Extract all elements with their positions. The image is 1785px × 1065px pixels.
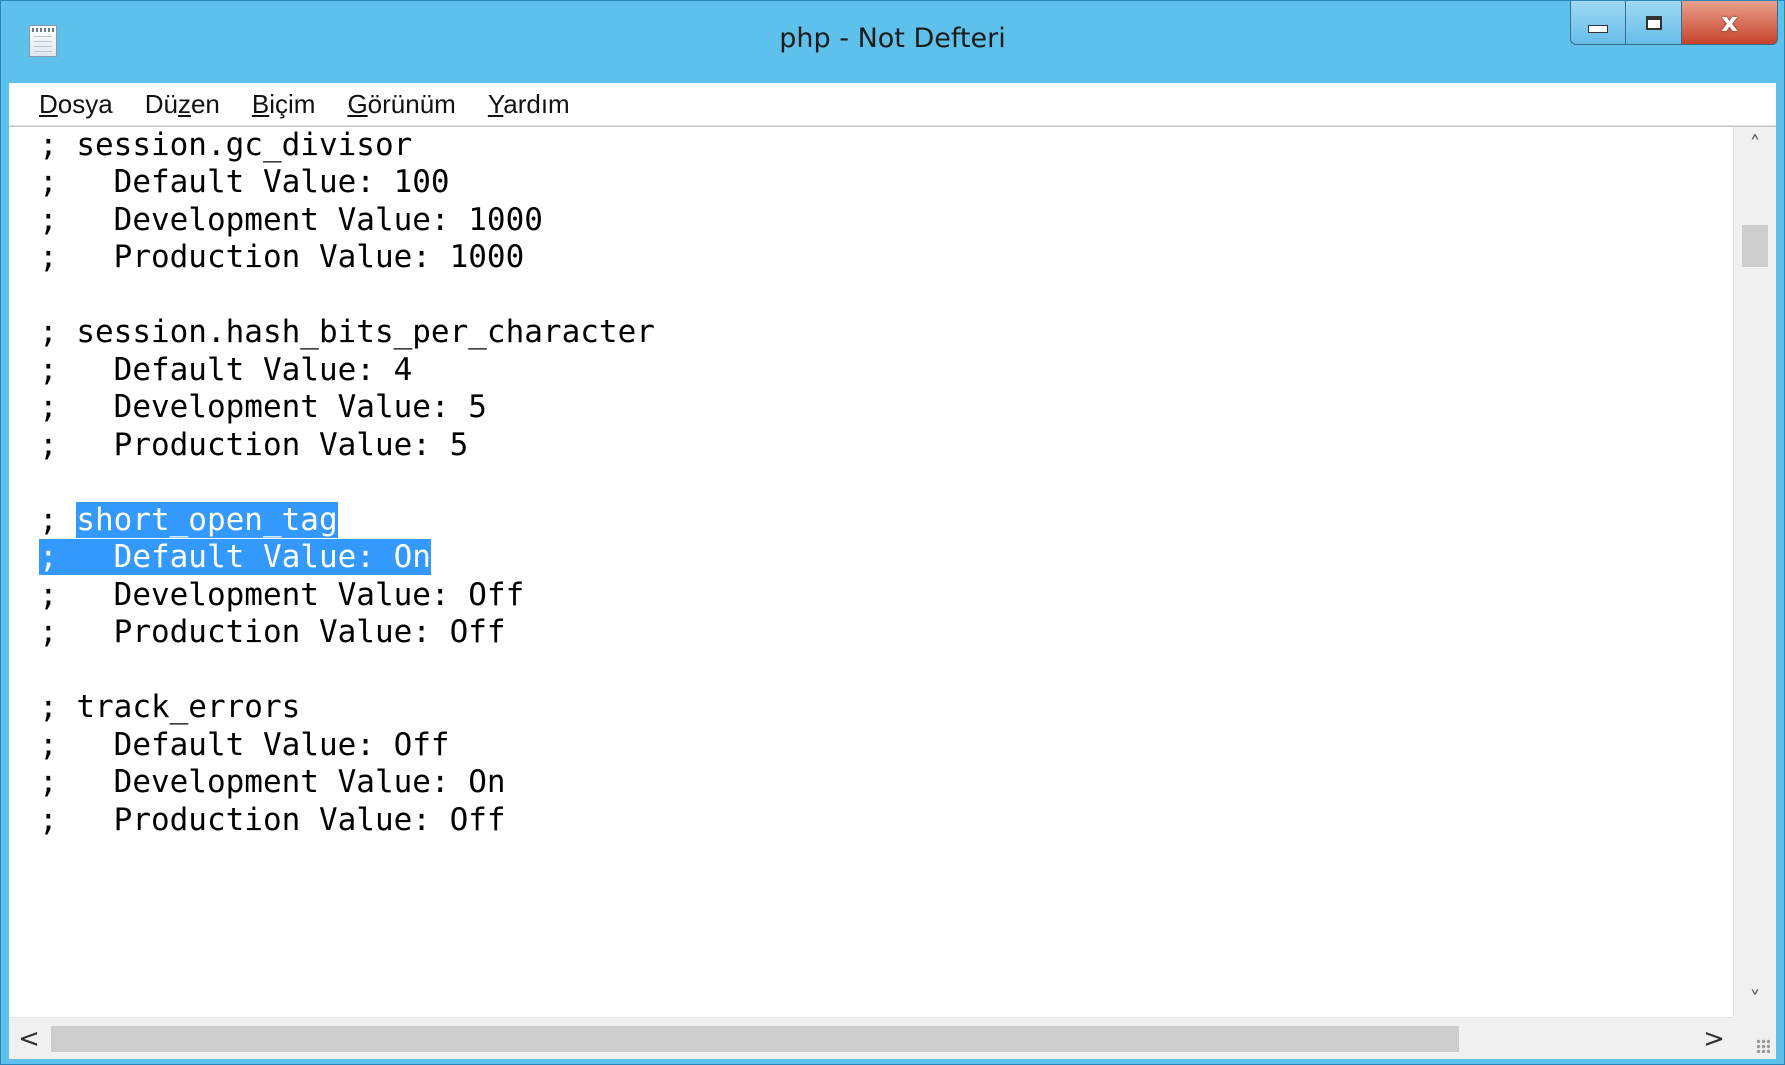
menu-duzen[interactable]: Düzen (129, 89, 236, 120)
horizontal-scrollbar[interactable]: < > (9, 1017, 1734, 1059)
scroll-left-icon[interactable]: < (9, 1018, 49, 1059)
size-grip-icon[interactable] (1734, 1018, 1776, 1059)
notepad-window: php - Not Defteri x Dosya Düzen Biçim Gö… (0, 0, 1785, 1065)
caption-buttons: x (1570, 1, 1778, 51)
title-bar[interactable]: php - Not Defteri x (1, 1, 1784, 83)
text-line: ; Default Value: Off (39, 727, 450, 763)
menu-yardim[interactable]: Yardım (472, 89, 586, 120)
horizontal-scroll-thumb[interactable] (51, 1026, 1459, 1052)
text-line: ; Production Value: 1000 (39, 239, 525, 275)
text-line: ; Production Value: 5 (39, 427, 469, 463)
text-line: ; Development Value: 1000 (39, 202, 543, 238)
scroll-down-icon[interactable]: ˅ (1734, 982, 1776, 1018)
minimize-button[interactable] (1570, 1, 1626, 45)
scroll-up-icon[interactable]: ˄ (1734, 127, 1776, 163)
maximize-icon (1645, 15, 1662, 30)
editor: ; session.gc_divisor ; Default Value: 10… (9, 126, 1776, 1059)
text-line: ; Development Value: Off (39, 577, 525, 613)
scroll-right-icon[interactable]: > (1694, 1018, 1734, 1059)
minimize-icon (1588, 24, 1608, 33)
text-line-selected: ; Default Value: On (39, 539, 431, 576)
menu-dosya[interactable]: Dosya (9, 89, 129, 120)
text-line: ; Development Value: On (39, 764, 506, 800)
menu-gorunum[interactable]: Görünüm (331, 89, 471, 120)
text-line: ; Production Value: Off (39, 802, 506, 838)
vertical-scrollbar[interactable]: ˄ ˅ (1733, 127, 1776, 1018)
window-title: php - Not Defteri (779, 23, 1006, 54)
selected-text: ; Default Value: On (39, 539, 431, 575)
selected-text: short_open_tag (76, 502, 338, 538)
text-line-selected: ; short_open_tag (39, 502, 338, 538)
maximize-button[interactable] (1626, 1, 1682, 45)
menu-bar: Dosya Düzen Biçim Görünüm Yardım (9, 83, 1776, 126)
text-line: ; Default Value: 100 (39, 164, 450, 200)
text-line: ; session.hash_bits_per_character (39, 314, 655, 350)
close-button[interactable]: x (1682, 1, 1778, 45)
text-line: ; Development Value: 5 (39, 389, 487, 425)
text-line: ; Production Value: Off (39, 614, 506, 650)
menu-bicim[interactable]: Biçim (236, 89, 332, 120)
text-line: ; session.gc_divisor (39, 127, 413, 163)
vertical-scroll-thumb[interactable] (1742, 225, 1768, 267)
text-line: ; Default Value: 4 (39, 352, 413, 388)
close-icon: x (1721, 7, 1738, 38)
text-area[interactable]: ; session.gc_divisor ; Default Value: 10… (9, 127, 1734, 1018)
text-line: ; track_errors (39, 689, 301, 725)
